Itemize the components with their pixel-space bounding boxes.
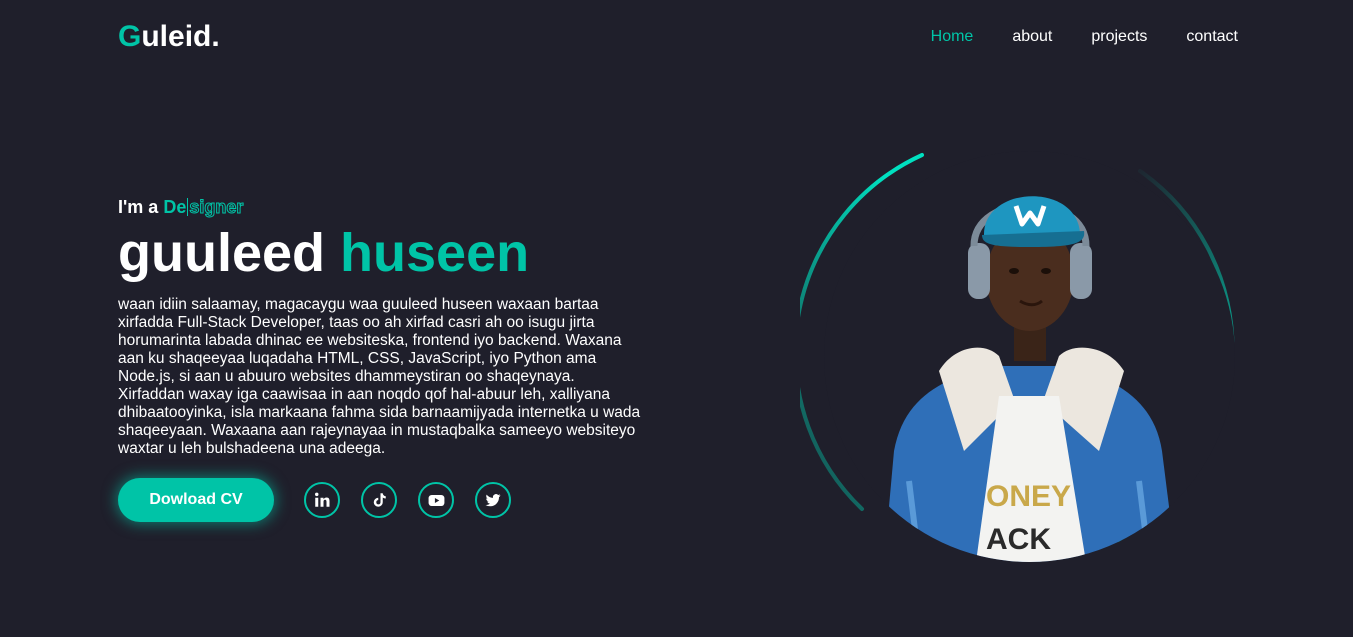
tiktok-link[interactable] — [361, 482, 397, 518]
youtube-icon — [428, 494, 444, 506]
svg-text:ONEY: ONEY — [986, 480, 1071, 513]
hero-name: guuleed huseen — [118, 224, 648, 282]
twitter-link[interactable] — [475, 482, 511, 518]
typed-role: De signer — [163, 197, 244, 218]
nav-about[interactable]: about — [1012, 28, 1052, 46]
linkedin-link[interactable] — [304, 482, 340, 518]
hero-name-last: huseen — [340, 223, 530, 283]
site-header: Guleid. Home about projects contact — [0, 0, 1353, 76]
site-logo[interactable]: Guleid. — [118, 20, 220, 54]
nav-projects[interactable]: projects — [1091, 28, 1147, 46]
typed-role-ghost: signer — [189, 197, 244, 218]
tiktok-icon — [373, 493, 386, 507]
svg-text:ACK: ACK — [986, 523, 1051, 556]
logo-text: uleid. — [141, 20, 220, 53]
hero-actions: Dowload CV — [118, 478, 511, 522]
linkedin-icon — [315, 492, 330, 507]
nav-contact[interactable]: contact — [1186, 28, 1238, 46]
nav-home[interactable]: Home — [931, 28, 974, 46]
profile-photo: ONEY ACK — [824, 151, 1235, 562]
tagline: I'm a De signer — [118, 195, 648, 219]
hero-intro: I'm a De signer guuleed huseen waan idiin… — [118, 195, 648, 474]
download-cv-button[interactable]: Dowload CV — [118, 478, 274, 522]
youtube-link[interactable] — [418, 482, 454, 518]
typed-role-solid: De — [163, 197, 187, 217]
tagline-prefix: I'm a — [118, 197, 159, 217]
profile-photo-illustration: ONEY ACK — [884, 196, 1176, 562]
hero-bio: waan idiin salaamay, magacaygu waa guule… — [118, 296, 641, 457]
twitter-icon — [485, 494, 501, 507]
social-links — [304, 482, 511, 518]
hero-name-first: guuleed — [118, 223, 326, 283]
main-nav: Home about projects contact — [931, 28, 1238, 46]
logo-initial: G — [118, 20, 142, 53]
profile-visual: ONEY ACK — [800, 147, 1242, 567]
